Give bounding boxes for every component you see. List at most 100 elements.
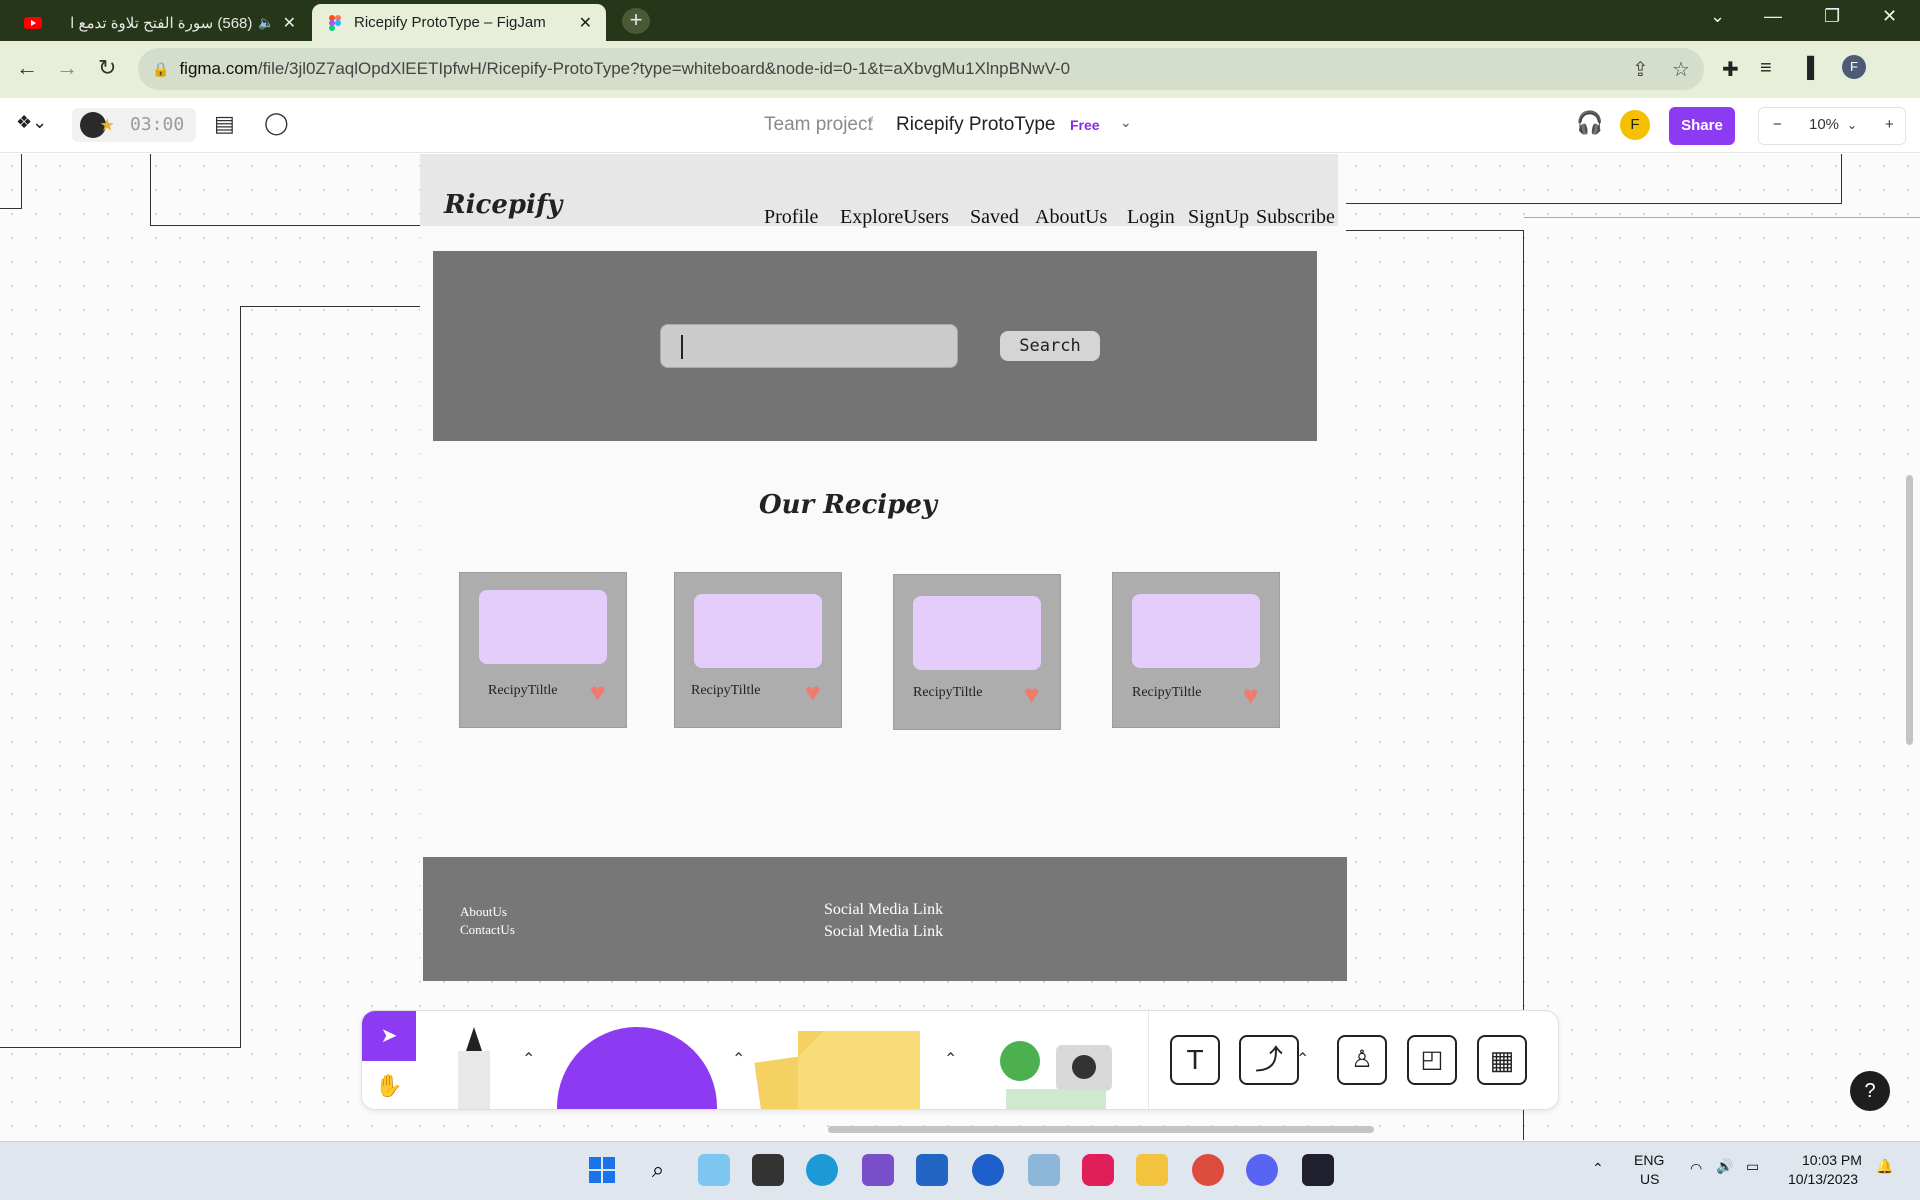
- share-page-icon[interactable]: ⇪: [1632, 57, 1649, 82]
- folder-icon[interactable]: [1136, 1154, 1168, 1186]
- new-tab-button[interactable]: +: [622, 8, 650, 34]
- whiteboard-canvas[interactable]: Ricepify Profile ExploreUsers Saved Abou…: [0, 154, 1920, 1140]
- photos-icon[interactable]: [1028, 1154, 1060, 1186]
- restore-icon[interactable]: ❐: [1824, 6, 1840, 27]
- hand-tool-icon[interactable]: ✋: [362, 1061, 416, 1109]
- clock-time[interactable]: 10:03 PM: [1802, 1152, 1862, 1168]
- cursor-tool-icon[interactable]: ➤: [362, 1011, 416, 1061]
- tab-search-icon[interactable]: ⌄: [1710, 6, 1725, 27]
- nav-explore-users[interactable]: ExploreUsers: [840, 206, 949, 229]
- search-button[interactable]: Search: [1000, 331, 1100, 361]
- language-indicator[interactable]: ENG: [1634, 1152, 1664, 1168]
- headphones-icon[interactable]: 🎧: [1576, 110, 1603, 136]
- help-button[interactable]: ?: [1850, 1071, 1890, 1111]
- timer-widget[interactable]: ★ 03:00: [72, 108, 196, 142]
- footer-social-link[interactable]: Social Media Link: [824, 901, 943, 919]
- shape-tool-icon[interactable]: [557, 1019, 717, 1110]
- nav-subscribe[interactable]: Subscribe: [1256, 206, 1335, 229]
- nav-profile[interactable]: Profile: [764, 206, 818, 229]
- bookmark-star-icon[interactable]: ☆: [1672, 57, 1690, 82]
- search-input[interactable]: [660, 324, 958, 368]
- heart-icon[interactable]: ♥: [1243, 680, 1258, 711]
- footer-about-link[interactable]: AboutUs: [460, 904, 507, 920]
- tab-title: (568) سورة الفتح تلاوة تدمع ا: [70, 14, 253, 32]
- close-tab-icon[interactable]: ✕: [283, 13, 296, 33]
- heart-icon[interactable]: ♥: [1024, 679, 1039, 710]
- recipe-card[interactable]: RecipyTiltle ♥: [1112, 572, 1280, 728]
- tray-chevron-icon[interactable]: ⌃: [1592, 1160, 1604, 1177]
- teamviewer-icon[interactable]: [972, 1154, 1004, 1186]
- slack-icon[interactable]: [1082, 1154, 1114, 1186]
- recipe-card[interactable]: RecipyTiltle ♥: [459, 572, 627, 728]
- figma-menu-icon[interactable]: ❖⌄: [16, 112, 47, 133]
- close-window-icon[interactable]: ✕: [1882, 6, 1897, 27]
- edge-icon[interactable]: [806, 1154, 838, 1186]
- chevron-up-icon[interactable]: ⌃: [732, 1049, 745, 1069]
- clock-date[interactable]: 10/13/2023: [1788, 1171, 1858, 1187]
- stickers-widgets-icon[interactable]: [996, 1031, 1120, 1110]
- section-tool-icon[interactable]: ◰: [1407, 1035, 1457, 1085]
- horizontal-scrollbar[interactable]: [828, 1126, 1374, 1133]
- close-tab-icon[interactable]: ✕: [579, 13, 592, 33]
- file-name[interactable]: Ricepify ProtoType: [896, 114, 1055, 136]
- tab-figjam[interactable]: Ricepify ProtoType – FigJam ✕: [312, 4, 606, 41]
- zoom-in-button[interactable]: +: [1885, 116, 1894, 133]
- share-button[interactable]: Share: [1669, 107, 1735, 145]
- browser-profile-avatar[interactable]: F: [1842, 55, 1866, 79]
- nav-login[interactable]: Login: [1127, 206, 1175, 229]
- zoom-level[interactable]: 10%: [1809, 116, 1839, 133]
- chevron-up-icon[interactable]: ⌃: [522, 1049, 535, 1069]
- windows-start-icon[interactable]: [586, 1154, 618, 1186]
- sticky-note-tool-icon[interactable]: [752, 1029, 932, 1110]
- user-avatar[interactable]: F: [1620, 110, 1650, 140]
- heart-icon[interactable]: ♥: [590, 677, 605, 708]
- extensions-icon[interactable]: ✚: [1722, 57, 1739, 82]
- wifi-icon[interactable]: ◠: [1690, 1160, 1702, 1177]
- chevron-up-icon[interactable]: ⌃: [944, 1049, 957, 1069]
- speaker-icon[interactable]: 🔈: [258, 15, 274, 31]
- connector-tool-icon[interactable]: ⤴: [1239, 1035, 1299, 1085]
- file-explorer-dark-icon[interactable]: [752, 1154, 784, 1186]
- recipe-card[interactable]: RecipyTiltle ♥: [674, 572, 842, 728]
- prototype-frame[interactable]: Ricepify Profile ExploreUsers Saved Abou…: [420, 154, 1347, 981]
- vertical-scrollbar[interactable]: [1906, 475, 1913, 745]
- visual-studio-icon[interactable]: [862, 1154, 894, 1186]
- text-tool-icon[interactable]: T: [1170, 1035, 1220, 1085]
- search-icon[interactable]: ⌕: [642, 1154, 674, 1186]
- table-tool-icon[interactable]: ▦: [1477, 1035, 1527, 1085]
- minimize-icon[interactable]: —: [1764, 6, 1782, 27]
- back-icon[interactable]: ←: [16, 55, 38, 81]
- stamp-tool-icon[interactable]: ♙: [1337, 1035, 1387, 1085]
- side-panel-icon[interactable]: ▐: [1800, 57, 1814, 80]
- marker-tool-icon[interactable]: [444, 1027, 504, 1110]
- heart-icon[interactable]: ♥: [805, 677, 820, 708]
- nav-sign-up[interactable]: SignUp: [1188, 206, 1249, 229]
- media-control-icon[interactable]: ≡: [1760, 57, 1772, 80]
- url-field[interactable]: 🔒 figma.com/file/3jl0Z7aqlOpdXlEETIpfwH/…: [138, 48, 1704, 90]
- nav-about-us[interactable]: AboutUs: [1035, 206, 1107, 229]
- recipe-title: RecipyTiltle: [488, 683, 558, 698]
- reload-icon[interactable]: ↻: [98, 55, 116, 81]
- discord-icon[interactable]: [1246, 1154, 1278, 1186]
- plan-badge: Free: [1070, 117, 1100, 133]
- comment-icon[interactable]: ◯: [264, 110, 289, 136]
- zoom-dropdown-icon[interactable]: ⌄: [1847, 118, 1857, 132]
- forward-icon[interactable]: →: [56, 55, 78, 81]
- zoom-out-button[interactable]: −: [1773, 116, 1782, 133]
- volume-icon[interactable]: 🔊: [1716, 1158, 1733, 1175]
- notification-bell-icon[interactable]: 🔔: [1876, 1158, 1893, 1175]
- nav-saved[interactable]: Saved: [970, 206, 1019, 229]
- footer-contact-link[interactable]: ContactUs: [460, 922, 515, 938]
- chevron-up-icon[interactable]: ⌃: [1296, 1049, 1309, 1069]
- breadcrumb-team[interactable]: Team project: [764, 114, 873, 136]
- intellij-icon[interactable]: [1302, 1154, 1334, 1186]
- battery-icon[interactable]: ▭: [1746, 1158, 1759, 1175]
- footer-social-link[interactable]: Social Media Link: [824, 923, 943, 941]
- store-icon[interactable]: [916, 1154, 948, 1186]
- tab-youtube[interactable]: (568) سورة الفتح تلاوة تدمع ا 🔈 ✕: [10, 4, 310, 41]
- recipe-card[interactable]: RecipyTiltle ♥: [893, 574, 1061, 730]
- layout-icon[interactable]: ▤: [214, 111, 235, 137]
- chevron-down-icon[interactable]: ⌄: [1120, 114, 1132, 131]
- chrome-icon[interactable]: [1192, 1154, 1224, 1186]
- copilot-icon[interactable]: [698, 1154, 730, 1186]
